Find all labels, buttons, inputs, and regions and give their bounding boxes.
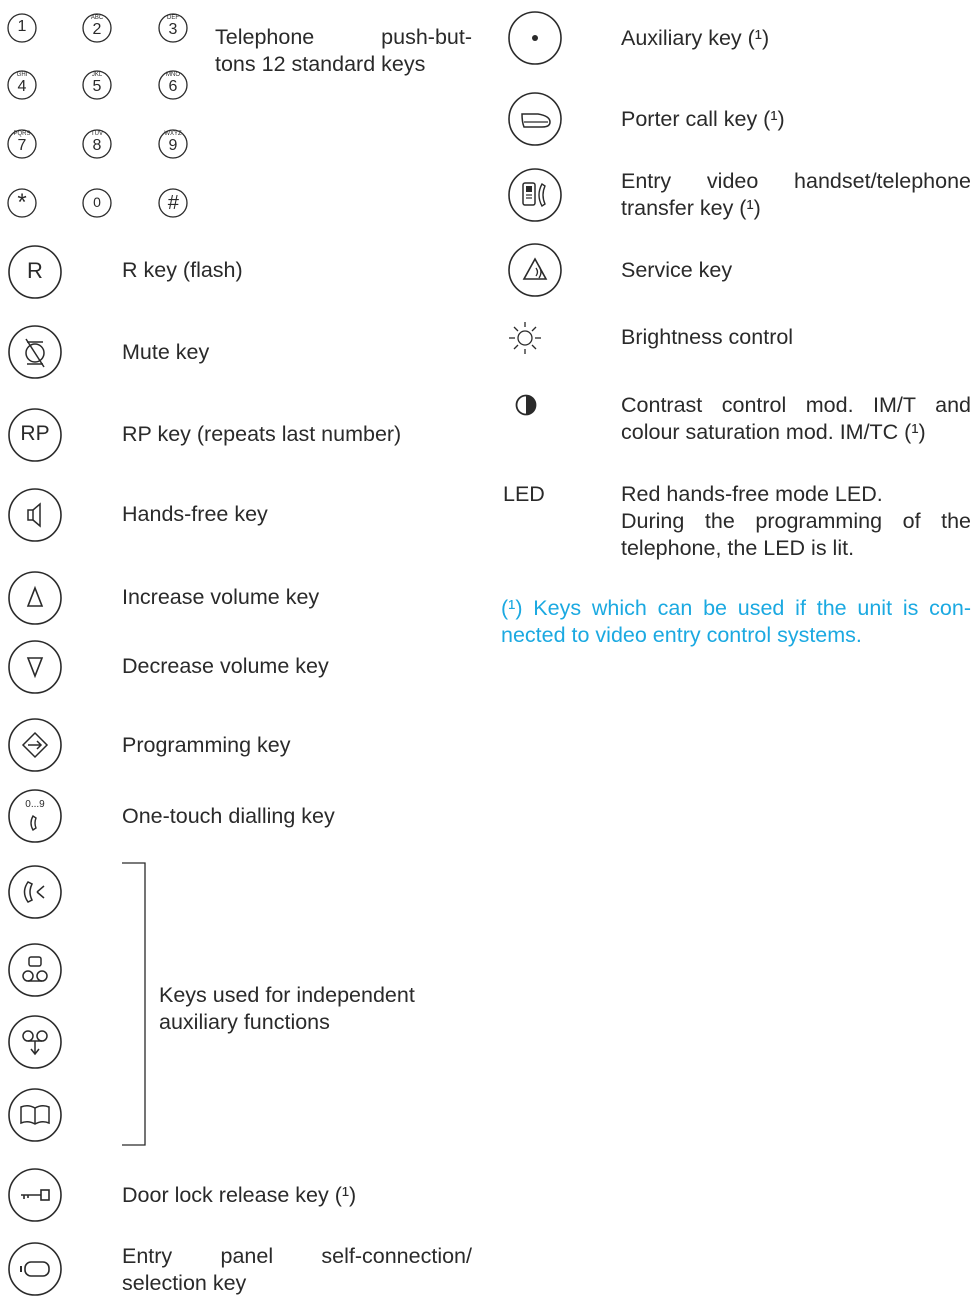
r-key-glyph: R	[27, 258, 43, 283]
transfer-key-label-line1: Entry video handset/telephone	[621, 169, 971, 193]
keypad-digit-star: *	[17, 189, 27, 216]
contrast-label-line2: colour saturation mod. IM/TC (¹)	[621, 420, 926, 444]
led-description-line1: Red hands-free mode LED.	[621, 482, 883, 506]
programming-key-label: Programming key	[122, 733, 291, 757]
one-touch-key-icon	[8, 789, 62, 843]
one-touch-key-label: One-touch dialling key	[122, 804, 335, 828]
brightness-icon	[509, 322, 541, 354]
one-touch-key-glyph: 0...9	[25, 799, 45, 810]
entry-panel-key-icon	[8, 1242, 62, 1296]
aux-call-back-key-icon	[8, 865, 62, 919]
led-description-line3: telephone, the LED is lit.	[621, 536, 855, 560]
keypad-digit-hash: #	[167, 192, 179, 214]
led-description-line2: During the programming of the	[621, 509, 971, 533]
keypad-digit-4: 4	[17, 78, 27, 95]
contrast-icon	[515, 394, 537, 416]
rp-key-label: RP key (repeats last number)	[122, 422, 402, 446]
increase-volume-key-label: Increase volume key	[122, 585, 320, 609]
handsfree-key-label: Hands-free key	[122, 502, 268, 526]
decrease-volume-key-icon	[8, 640, 62, 694]
keypad-digit-5: 5	[92, 78, 102, 95]
mute-key-label: Mute key	[122, 340, 210, 364]
entry-panel-key-label-line1: Entry panel self-connection/	[122, 1244, 472, 1268]
keypad-digit-3: 3	[168, 21, 178, 38]
aux-group-bracket	[122, 862, 146, 1146]
door-lock-key-label: Door lock release key (¹)	[122, 1183, 357, 1207]
led-tag: LED	[503, 482, 545, 506]
auxiliary-key-icon	[508, 11, 562, 65]
mute-key-icon	[8, 325, 62, 379]
aux-group-description-line2: auxiliary functions	[159, 1010, 330, 1034]
aux-phonebook-key-icon	[8, 1088, 62, 1142]
porter-call-key-label: Porter call key (¹)	[621, 107, 785, 131]
handsfree-key-icon	[8, 488, 62, 542]
footnote-line1: (¹) Keys which can be used if the unit i…	[501, 596, 971, 620]
brightness-label: Brightness control	[621, 325, 794, 349]
aux-voicemail-key-icon	[8, 943, 62, 997]
auxiliary-key-label: Auxiliary key (¹)	[621, 26, 770, 50]
decrease-volume-key-label: Decrease volume key	[122, 654, 329, 678]
aux-message-download-key-icon	[8, 1015, 62, 1069]
transfer-key-label-line2: transfer key (¹)	[621, 196, 761, 220]
increase-volume-key-icon	[8, 571, 62, 625]
r-key-label: R key (flash)	[122, 258, 243, 282]
programming-key-icon	[8, 718, 62, 772]
entry-panel-key-label-line2: selection key	[122, 1271, 247, 1295]
keypad-description-line1: Telephone push-but-	[215, 25, 472, 49]
keypad-digit-2: 2	[92, 21, 102, 38]
keypad-digit-0: 0	[93, 194, 101, 210]
contrast-label-line1: Contrast control mod. IM/T and	[621, 393, 971, 417]
porter-call-key-icon	[508, 92, 562, 146]
keypad-digit-1: 1	[17, 18, 27, 35]
keypad-description-line2: tons 12 standard keys	[215, 52, 426, 76]
rp-key-glyph: RP	[20, 422, 50, 445]
door-lock-key-icon	[8, 1168, 62, 1222]
service-key-icon	[508, 243, 562, 297]
service-key-label: Service key	[621, 258, 733, 282]
transfer-key-icon	[508, 168, 562, 222]
keypad-digit-8: 8	[92, 137, 102, 154]
keypad-digit-6: 6	[168, 78, 178, 95]
keypad-digit-7: 7	[17, 137, 27, 154]
footnote-line2: nected to video entry control systems.	[501, 623, 862, 647]
keypad-digit-9: 9	[168, 137, 178, 154]
aux-group-description-line1: Keys used for independent	[159, 983, 415, 1007]
